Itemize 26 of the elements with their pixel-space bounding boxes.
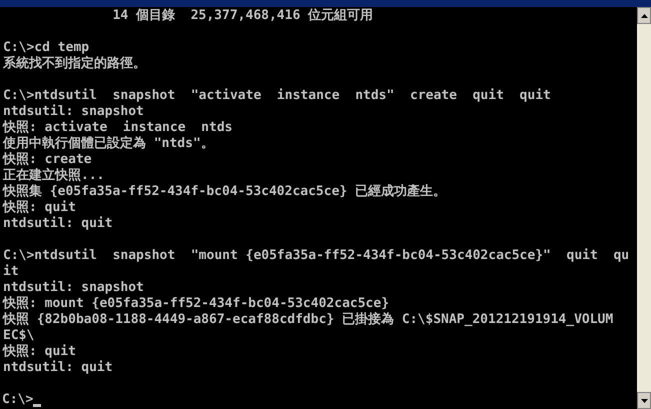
scroll-up-button[interactable] [637, 7, 651, 24]
scrollbar[interactable] [637, 7, 651, 409]
console-line: 快照: quit [2, 200, 76, 216]
scroll-down-button[interactable] [637, 392, 651, 409]
console-line: it [2, 264, 19, 280]
console-line: C:\>ntdsutil snapshot "mount {e05fa35a-ff52-434f-bc04-53c402cac5ce}" quit qu [2, 248, 630, 264]
console-line: 快照 {82b0ba08-1188-4449-a867-ecaf88cdfdbc} 已掛接為 C:\$SNAP_201212191914_VOLUM [2, 312, 614, 328]
down-arrow-icon [640, 398, 648, 402]
console-line: EC$\ [2, 328, 34, 344]
console-line: ntdsutil: snapshot [2, 104, 144, 120]
console-line: 14 個目錄 25,377,468,416 位元組可用 [112, 8, 374, 24]
console-line: 系統找不到指定的路徑。 [2, 56, 146, 72]
up-arrow-icon [640, 14, 648, 18]
console-line: C:\>ntdsutil snapshot "activate instance ntds" create quit quit [2, 88, 551, 104]
console-line: ntdsutil: quit [2, 216, 113, 232]
prompt-text: C:\> [2, 392, 34, 408]
console-line: 使用中執行個體已設定為 "ntds"。 [2, 136, 214, 152]
console-line: 快照: activate instance ntds [2, 120, 232, 136]
console-line: 正在建立快照... [2, 168, 104, 184]
console-line: 快照: mount {e05fa35a-ff52-434f-bc04-53c402cac5ce} [2, 296, 390, 312]
console-line: 快照集 {e05fa35a-ff52-434f-bc04-53c402cac5ce} 已經成功產生。 [2, 184, 446, 200]
console-line: ntdsutil: snapshot [2, 280, 144, 296]
console-line: ntdsutil: quit [2, 360, 113, 376]
console-line: 快照: create [2, 152, 92, 168]
console-line: C:\>cd temp [2, 40, 90, 56]
console-line: 快照: quit [2, 344, 76, 360]
